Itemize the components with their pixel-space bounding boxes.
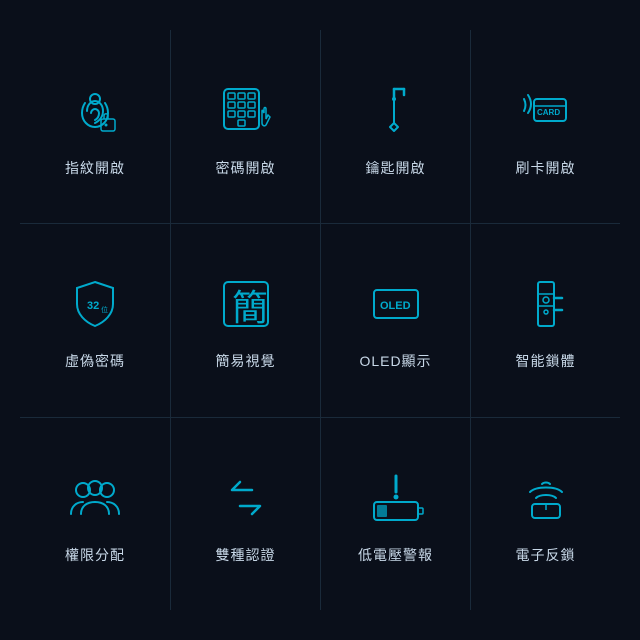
svg-text:簡: 簡 — [232, 288, 268, 328]
fingerprint-label: 指紋開啟 — [65, 158, 125, 178]
svg-text:位: 位 — [101, 305, 108, 314]
smart-lock-label: 智能鎖體 — [516, 351, 576, 371]
cell-fake-password[interactable]: 32 位 虛偽密碼 — [20, 223, 170, 416]
oled-label: OLED顯示 — [359, 351, 431, 371]
svg-text:OLED: OLED — [380, 300, 411, 312]
fingerprint-icon — [60, 76, 130, 146]
cell-fingerprint[interactable]: 指紋開啟 — [20, 30, 170, 223]
svg-text:CARD: CARD — [537, 108, 560, 117]
cell-oled[interactable]: OLED OLED顯示 — [320, 223, 470, 416]
anti-lock-icon — [511, 463, 581, 533]
permission-icon — [60, 463, 130, 533]
cell-key[interactable]: 鑰匙開啟 — [320, 30, 470, 223]
key-label: 鑰匙開啟 — [366, 158, 426, 178]
dual-auth-icon — [211, 463, 281, 533]
cell-dual-auth[interactable]: 雙種認證 — [170, 417, 320, 610]
anti-lock-label: 電子反鎖 — [516, 545, 576, 565]
simple-view-icon: 簡 — [211, 269, 281, 339]
cell-permission[interactable]: 權限分配 — [20, 417, 170, 610]
low-battery-icon — [361, 463, 431, 533]
card-icon: CARD — [511, 76, 581, 146]
cell-low-battery[interactable]: 低電壓警報 — [320, 417, 470, 610]
dual-auth-label: 雙種認證 — [216, 545, 276, 565]
fake-password-label: 虛偽密碼 — [65, 351, 125, 371]
cell-simple-view[interactable]: 簡 簡易視覺 — [170, 223, 320, 416]
password-icon — [211, 76, 281, 146]
fake-password-icon: 32 位 — [60, 269, 130, 339]
cell-card[interactable]: CARD 刷卡開啟 — [470, 30, 620, 223]
card-label: 刷卡開啟 — [516, 158, 576, 178]
smart-lock-icon — [511, 269, 581, 339]
oled-icon: OLED — [361, 269, 431, 339]
simple-view-label: 簡易視覺 — [216, 351, 276, 371]
cell-password[interactable]: 密碼開啟 — [170, 30, 320, 223]
low-battery-label: 低電壓警報 — [358, 545, 433, 565]
cell-anti-lock[interactable]: 電子反鎖 — [470, 417, 620, 610]
key-icon — [361, 76, 431, 146]
svg-text:32: 32 — [87, 300, 99, 312]
feature-grid: 指紋開啟 密碼開啟 鑰匙開啟 CARD 刷卡開啟 32 位 虛偽密碼 簡 簡易視… — [20, 30, 620, 610]
cell-smart-lock[interactable]: 智能鎖體 — [470, 223, 620, 416]
password-label: 密碼開啟 — [216, 158, 276, 178]
permission-label: 權限分配 — [65, 545, 125, 565]
